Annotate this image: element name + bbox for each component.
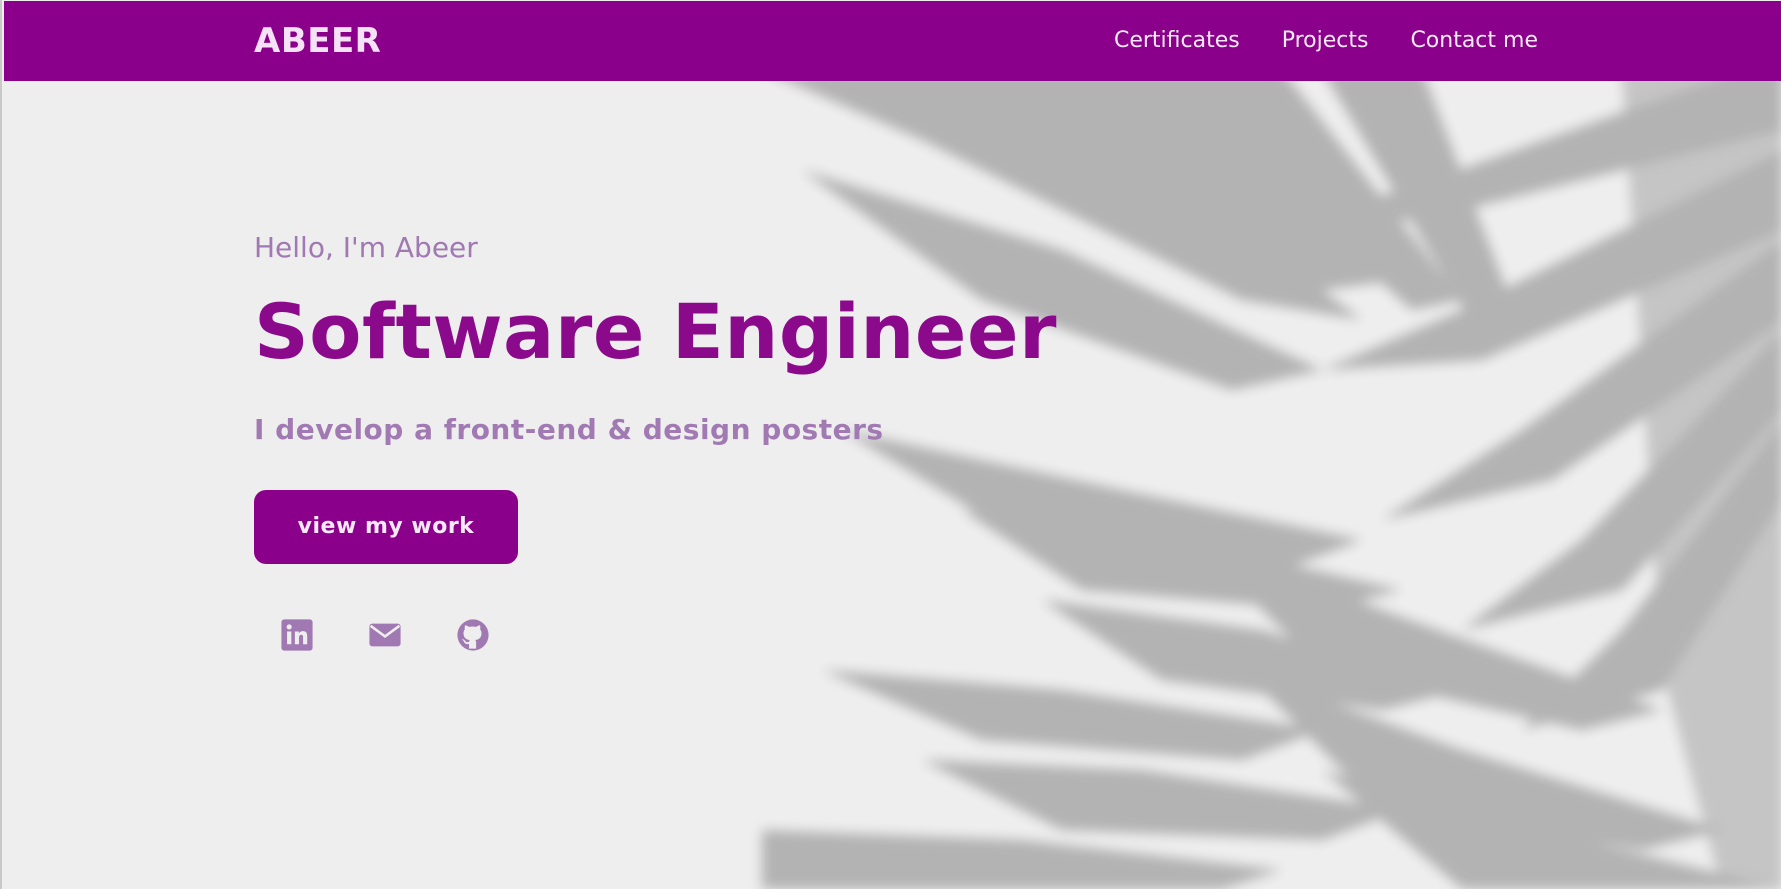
linkedin-icon: [281, 619, 313, 651]
mail-icon: [369, 623, 401, 647]
page: ABEER Certificates Projects Contact me H…: [0, 0, 1781, 889]
nav-links: Certificates Projects Contact me: [1114, 25, 1538, 57]
site-logo[interactable]: ABEER: [254, 21, 381, 61]
hero-greeting: Hello, I'm Abeer: [254, 231, 478, 264]
nav-link-contact[interactable]: Contact me: [1410, 25, 1538, 57]
email-link[interactable]: [366, 616, 404, 654]
hero-headline: Software Engineer: [254, 287, 1057, 376]
github-icon: [457, 619, 489, 651]
view-my-work-button[interactable]: view my work: [254, 490, 518, 564]
nav-link-certificates[interactable]: Certificates: [1114, 25, 1240, 57]
hero-tagline: I develop a front-end & design posters: [254, 413, 884, 446]
top-navbar: ABEER Certificates Projects Contact me: [4, 1, 1781, 81]
hero-section: Hello, I'm Abeer Software Engineer I dev…: [254, 228, 1057, 654]
github-link[interactable]: [454, 616, 492, 654]
social-links: [254, 616, 1057, 654]
nav-link-projects[interactable]: Projects: [1282, 25, 1369, 57]
linkedin-link[interactable]: [278, 616, 316, 654]
